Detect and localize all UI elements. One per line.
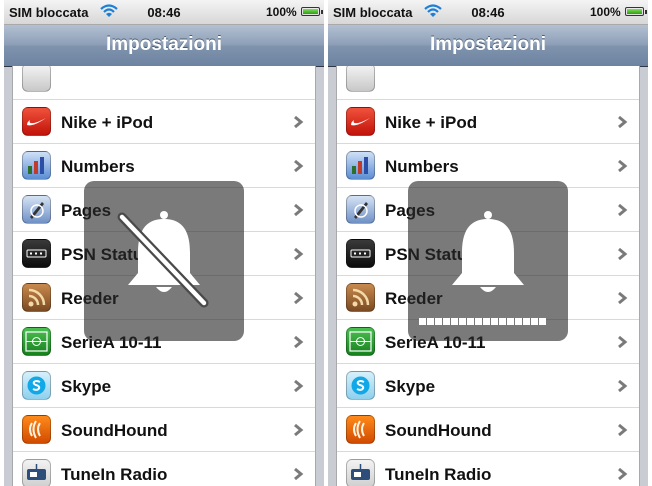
battery-icon [625, 7, 644, 16]
chevron-right-icon [618, 467, 628, 481]
settings-row-label: Numbers [61, 157, 135, 176]
seriea-icon [22, 327, 51, 356]
chevron-right-icon [618, 203, 628, 217]
settings-row-skype[interactable]: Skype [337, 364, 639, 408]
settings-row-label: TuneIn Radio [61, 465, 168, 484]
tunein-icon [22, 459, 51, 486]
volume-step [419, 318, 426, 325]
settings-row-nike[interactable]: Nike + iPod [337, 100, 639, 144]
skype-icon [22, 371, 51, 400]
pages-icon [22, 195, 51, 224]
bell-muted-icon [117, 211, 209, 308]
battery-tip [645, 10, 647, 14]
volume-step [539, 318, 546, 325]
volume-step [459, 318, 466, 325]
nike-icon [22, 107, 51, 136]
partial-app-icon [22, 66, 51, 92]
chevron-right-icon [618, 423, 628, 437]
battery-icon [301, 7, 320, 16]
settings-row-tunein[interactable]: TuneIn Radio [13, 452, 315, 486]
battery-percent: 100% [266, 5, 297, 19]
settings-row-label: Skype [61, 377, 112, 396]
partial-app-icon [346, 66, 375, 92]
settings-row-label: SoundHound [61, 421, 168, 440]
chevron-right-icon [294, 159, 304, 173]
volume-step [427, 318, 434, 325]
chevron-right-icon [294, 467, 304, 481]
numbers-icon [346, 151, 375, 180]
bell-icon [452, 211, 524, 292]
status-bar: SIM bloccata 08:46 100% [328, 0, 648, 25]
chevron-right-icon [294, 379, 304, 393]
soundhound-icon [346, 415, 375, 444]
volume-step [451, 318, 458, 325]
skype-icon [346, 371, 375, 400]
volume-step [515, 318, 522, 325]
navigation-bar: Impostazioni [328, 25, 648, 67]
chevron-right-icon [618, 335, 628, 349]
volume-step [491, 318, 498, 325]
settings-row-label: SoundHound [385, 421, 492, 440]
volume-step [483, 318, 490, 325]
settings-row-tunein[interactable]: TuneIn Radio [337, 452, 639, 486]
tunein-icon [346, 459, 375, 486]
chevron-right-icon [294, 247, 304, 261]
status-bar: SIM bloccata 08:46 100% [4, 0, 324, 25]
battery-tip [321, 10, 323, 14]
volume-step [531, 318, 538, 325]
pages-icon [346, 195, 375, 224]
page-title: Impostazioni [105, 34, 223, 55]
volume-step [467, 318, 474, 325]
chevron-right-icon [618, 159, 628, 173]
psn-icon [22, 239, 51, 268]
volume-step [523, 318, 530, 325]
settings-row-nike[interactable]: Nike + iPod [13, 100, 315, 144]
settings-row-skype[interactable]: Skype [13, 364, 315, 408]
settings-row-label: Nike + iPod [61, 113, 154, 132]
volume-level-indicator [419, 318, 547, 325]
nike-icon [346, 107, 375, 136]
settings-row-partial[interactable] [13, 66, 315, 100]
chevron-right-icon [618, 291, 628, 305]
settings-row-label: TuneIn Radio [385, 465, 492, 484]
reeder-icon [346, 283, 375, 312]
chevron-right-icon [294, 203, 304, 217]
soundhound-icon [22, 415, 51, 444]
chevron-right-icon [618, 379, 628, 393]
volume-step [443, 318, 450, 325]
seriea-icon [346, 327, 375, 356]
volume-step [435, 318, 442, 325]
volume-step [499, 318, 506, 325]
settings-row-partial[interactable] [337, 66, 639, 100]
settings-row-label: Skype [385, 377, 436, 396]
volume-step [507, 318, 514, 325]
settings-row-label: Numbers [385, 157, 459, 176]
chevron-right-icon [618, 115, 628, 129]
reeder-icon [22, 283, 51, 312]
battery-percent: 100% [590, 5, 621, 19]
phone-screen-right: SIM bloccata 08:46 100% Impostazioni Nik… [328, 0, 648, 486]
numbers-icon [22, 151, 51, 180]
navigation-bar: Impostazioni [4, 25, 324, 67]
ringer-volume-hud [408, 181, 568, 341]
chevron-right-icon [294, 291, 304, 305]
psn-icon [346, 239, 375, 268]
page-title: Impostazioni [429, 34, 547, 55]
settings-row-soundhound[interactable]: SoundHound [13, 408, 315, 452]
phone-screen-left: SIM bloccata 08:46 100% Impostazioni Nik… [4, 0, 324, 486]
silent-mode-hud [84, 181, 244, 341]
settings-row-label: Nike + iPod [385, 113, 478, 132]
chevron-right-icon [294, 423, 304, 437]
chevron-right-icon [294, 335, 304, 349]
chevron-right-icon [618, 247, 628, 261]
volume-step [475, 318, 482, 325]
chevron-right-icon [294, 115, 304, 129]
settings-row-soundhound[interactable]: SoundHound [337, 408, 639, 452]
